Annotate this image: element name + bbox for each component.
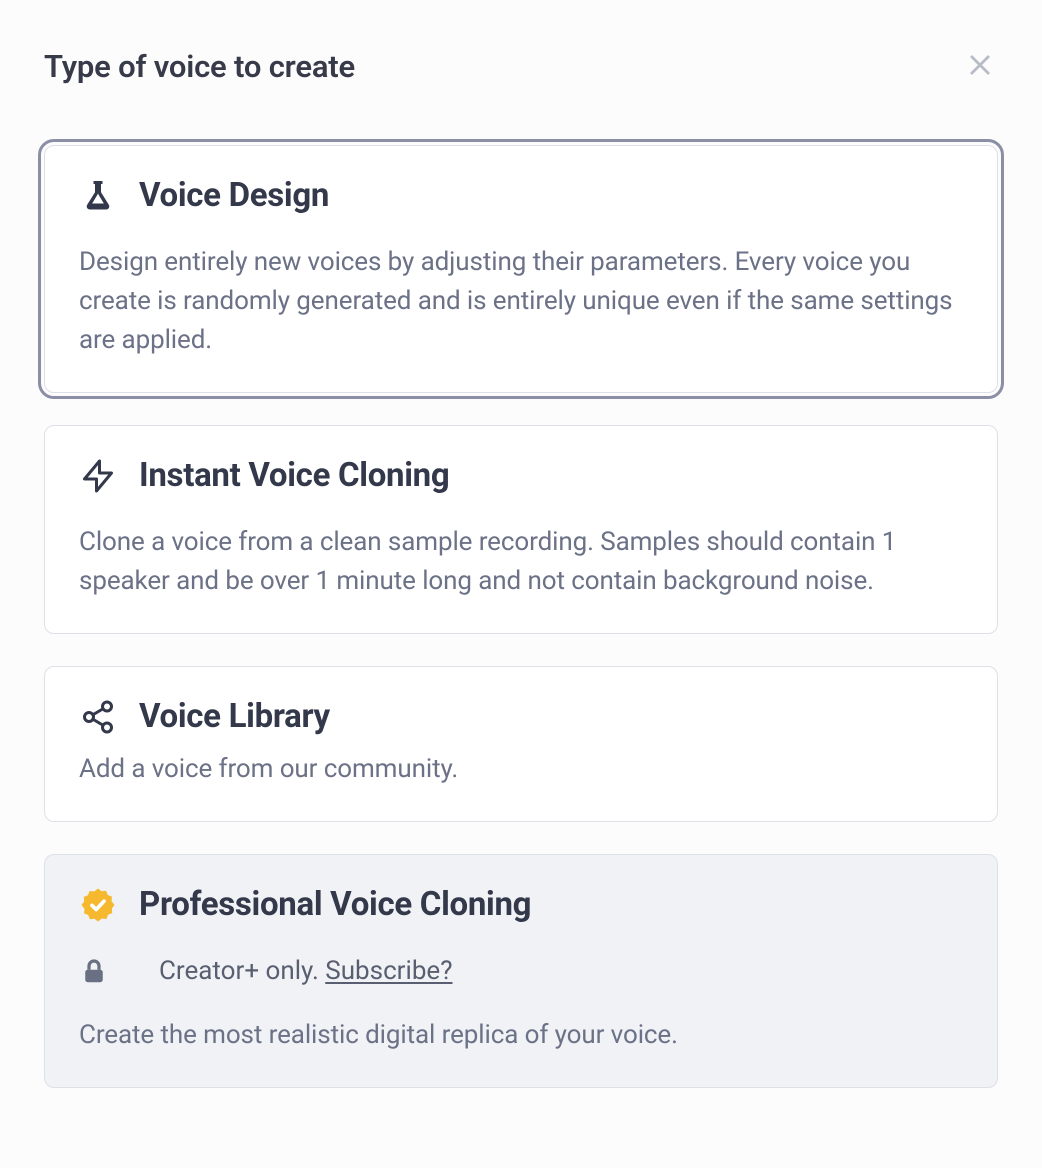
option-instant-cloning[interactable]: Instant Voice Cloning Clone a voice from… [44,425,998,634]
card-description: Add a voice from our community. [79,750,963,789]
option-voice-design[interactable]: Voice Design Design entirely new voices … [44,145,998,393]
card-description: Create the most realistic digital replic… [79,1016,963,1055]
card-title: Instant Voice Cloning [139,456,449,495]
share-icon [79,698,117,736]
card-header: Voice Design [79,176,963,215]
card-header: Voice Library [79,697,963,736]
flask-icon [79,177,117,215]
modal-header: Type of voice to create [44,48,998,85]
lightning-icon [79,457,117,495]
option-cards: Voice Design Design entirely new voices … [44,145,998,1088]
lock-icon [79,956,109,986]
card-description: Clone a voice from a clean sample record… [79,523,963,601]
card-title: Voice Library [139,697,330,736]
lock-label: Creator+ only. [159,956,325,986]
option-professional-cloning[interactable]: Professional Voice Cloning Creator+ only… [44,854,998,1088]
verified-badge-icon [79,886,117,924]
card-description: Design entirely new voices by adjusting … [79,243,963,360]
card-header: Professional Voice Cloning [79,885,963,924]
option-voice-library[interactable]: Voice Library Add a voice from our commu… [44,666,998,822]
subscribe-link[interactable]: Subscribe? [325,956,452,986]
lock-row: Creator+ only. Subscribe? [79,952,963,986]
card-header: Instant Voice Cloning [79,456,963,495]
modal-title: Type of voice to create [44,48,355,85]
close-icon [966,51,994,82]
close-button[interactable] [962,49,998,85]
card-title: Voice Design [139,176,329,215]
card-title: Professional Voice Cloning [139,885,531,924]
lock-message: Creator+ only. Subscribe? [159,956,453,986]
